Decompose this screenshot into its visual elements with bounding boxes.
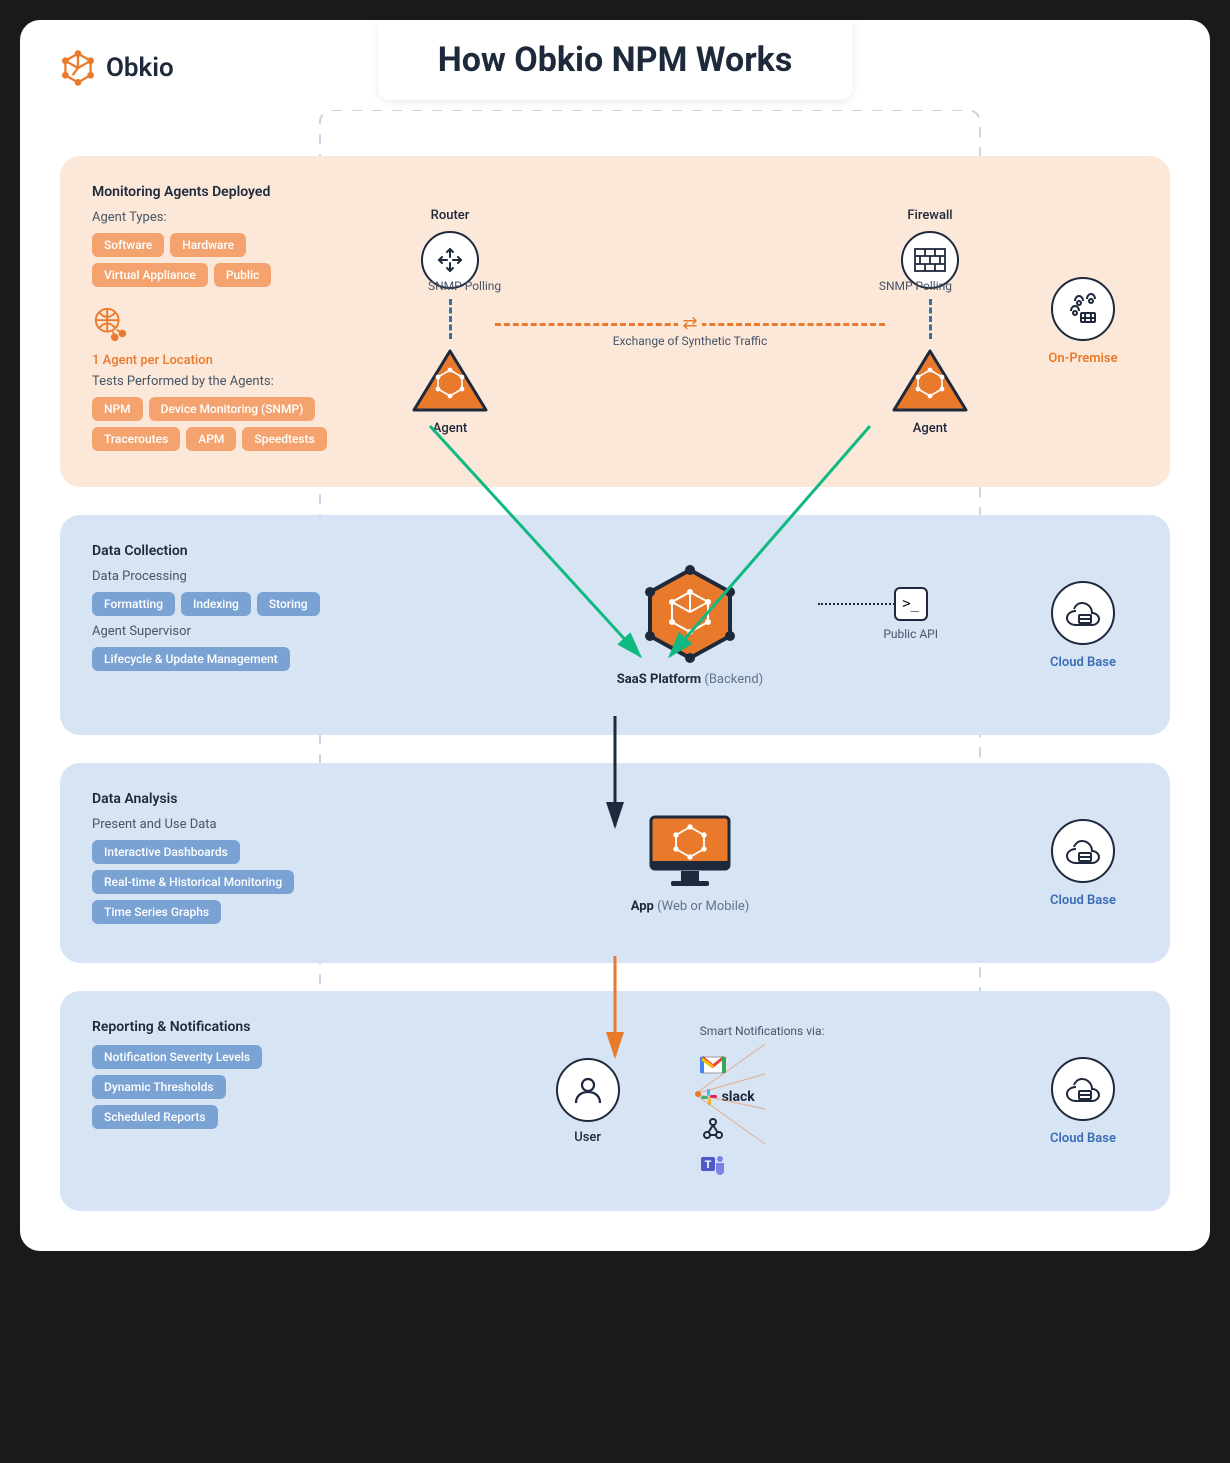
analysis-center: App (Web or Mobile) — [352, 791, 1028, 935]
router-node: Router Agent — [410, 208, 490, 436]
cloud-base-icon-3 — [1051, 1057, 1115, 1121]
analysis-sub: Present and Use Data — [92, 817, 352, 832]
chip-software: Software — [92, 233, 164, 257]
report-title: Reporting & Notifications — [92, 1019, 352, 1035]
chip-lifecycle: Lifecycle & Update Management — [92, 647, 290, 671]
chip-dashboards: Interactive Dashboards — [92, 840, 240, 864]
section-deploy: Monitoring Agents Deployed Agent Types: … — [60, 156, 1170, 487]
chip-npm: NPM — [92, 397, 143, 421]
chip-formatting: Formatting — [92, 592, 175, 616]
api-label: Public API — [883, 627, 938, 641]
chip-speed: Speedtests — [242, 427, 326, 451]
tests-label: Tests Performed by the Agents: — [92, 374, 352, 389]
cloud-label-3: Cloud Base — [1050, 1131, 1116, 1146]
agent-type-chips: Software Hardware Virtual Appliance Publ… — [92, 233, 352, 287]
per-location-text: 1 Agent per Location — [92, 353, 352, 368]
cloud-label-1: Cloud Base — [1050, 655, 1116, 670]
user-row: User Smart Notifications via: slack T — [556, 1024, 825, 1178]
firewall-label: Firewall — [907, 208, 952, 223]
brand-name: Obkio — [106, 53, 174, 83]
report-right: Cloud Base — [1028, 1019, 1138, 1183]
supervisor-chips: Lifecycle & Update Management — [92, 647, 352, 671]
chip-thresholds: Dynamic Thresholds — [92, 1075, 226, 1099]
report-center: User Smart Notifications via: slack T — [352, 1019, 1028, 1183]
app-monitor-icon — [647, 813, 733, 891]
report-chips: Notification Severity Levels Dynamic Thr… — [92, 1045, 352, 1129]
collect-title: Data Collection — [92, 543, 352, 559]
globe-network-icon — [92, 305, 130, 343]
chip-tracer: Traceroutes — [92, 427, 180, 451]
chip-indexing: Indexing — [181, 592, 251, 616]
chip-snmp: Device Monitoring (SNMP) — [149, 397, 316, 421]
app-label: App (Web or Mobile) — [631, 899, 750, 914]
chip-virtual: Virtual Appliance — [92, 263, 208, 287]
chip-timeseries: Time Series Graphs — [92, 900, 221, 924]
svg-text:T: T — [704, 1159, 711, 1171]
test-chips: NPM Device Monitoring (SNMP) Traceroutes… — [92, 397, 352, 451]
app-sub: (Web or Mobile) — [657, 899, 749, 914]
analysis-left: Data Analysis Present and Use Data Inter… — [92, 791, 352, 935]
deploy-center: Router Agent Firewall — [352, 184, 1028, 459]
snmp-label-left: SNMP Polling — [428, 279, 501, 293]
collect-center: SaaS Platform (Backend) >_ Public API — [352, 543, 1028, 707]
supervisor-label: Agent Supervisor — [92, 624, 352, 639]
exchange-arrows-icon: ⇄ — [678, 319, 701, 329]
cloud-base-icon-2 — [1051, 819, 1115, 883]
saas-name: SaaS Platform — [617, 672, 701, 687]
agent-right — [890, 349, 970, 413]
api-group: >_ Public API — [883, 587, 938, 641]
chip-reports: Scheduled Reports — [92, 1105, 218, 1129]
on-premise-icon — [1051, 277, 1115, 341]
agent-types-label: Agent Types: — [92, 210, 352, 225]
section-collect: Data Collection Data Processing Formatti… — [60, 515, 1170, 735]
chip-hardware: Hardware — [170, 233, 246, 257]
collect-left: Data Collection Data Processing Formatti… — [92, 543, 352, 707]
app-to-user-arrow — [605, 956, 625, 1066]
cloud-label-2: Cloud Base — [1050, 893, 1116, 908]
user-label: User — [574, 1130, 601, 1145]
saas-hexagon-icon — [640, 564, 740, 664]
notification-rays — [695, 1034, 775, 1154]
cloud-base-icon-1 — [1051, 581, 1115, 645]
router-label: Router — [431, 208, 470, 223]
chip-storing: Storing — [257, 592, 320, 616]
on-premise-label: On-Premise — [1048, 351, 1117, 366]
chip-public: Public — [214, 263, 271, 287]
collect-right: Cloud Base — [1028, 543, 1138, 707]
diagram-page: Obkio How Obkio NPM Works Monitoring Age… — [20, 20, 1210, 1251]
agent-label-right: Agent — [913, 421, 948, 436]
agent-left — [410, 349, 490, 413]
deploy-right: On-Premise — [1028, 184, 1138, 459]
agent-label-left: Agent — [433, 421, 468, 436]
snmp-label-right: SNMP Polling — [879, 279, 952, 293]
analysis-title: Data Analysis — [92, 791, 352, 807]
deploy-title: Monitoring Agents Deployed — [92, 184, 352, 200]
user-node: User — [556, 1058, 620, 1145]
chip-apm: APM — [186, 427, 236, 451]
analysis-right: Cloud Base — [1028, 791, 1138, 935]
saas-to-app-arrow — [605, 716, 625, 836]
exchange-label: Exchange of Synthetic Traffic — [613, 334, 768, 348]
saas-sub: (Backend) — [704, 672, 763, 687]
deploy-left: Monitoring Agents Deployed Agent Types: … — [92, 184, 352, 459]
saas-label: SaaS Platform (Backend) — [617, 672, 763, 687]
processing-chips: Formatting Indexing Storing — [92, 592, 352, 616]
processing-label: Data Processing — [92, 569, 352, 584]
chip-realtime: Real-time & Historical Monitoring — [92, 870, 294, 894]
sections: Monitoring Agents Deployed Agent Types: … — [60, 156, 1170, 1211]
obkio-logo-icon — [60, 50, 96, 86]
user-icon — [556, 1058, 620, 1122]
exchange-row: ⇄ Exchange of Synthetic Traffic — [352, 329, 1028, 348]
analysis-chips: Interactive Dashboards Real-time & Histo… — [92, 840, 352, 924]
report-left: Reporting & Notifications Notification S… — [92, 1019, 352, 1183]
teams-icon: T — [700, 1152, 726, 1178]
page-title: How Obkio NPM Works — [378, 20, 853, 100]
brand-logo: Obkio — [60, 50, 174, 86]
api-icon: >_ — [894, 587, 928, 621]
firewall-node: Firewall Agent — [890, 208, 970, 436]
app-name: App — [631, 899, 654, 914]
chip-severity: Notification Severity Levels — [92, 1045, 262, 1069]
